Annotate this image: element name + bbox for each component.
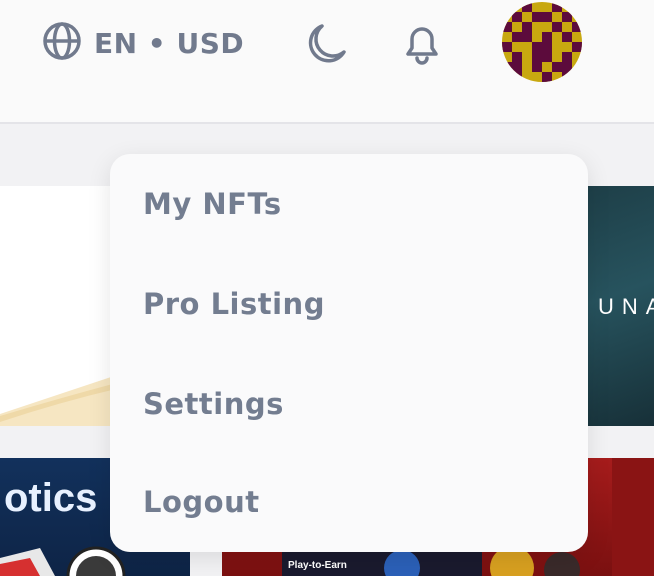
menu-item-label: Pro Listing (143, 287, 325, 321)
locale-label: EN • USD (94, 26, 245, 60)
menu-item-logout[interactable]: Logout (110, 452, 588, 552)
menu-item-label: Logout (143, 485, 260, 519)
profile-dropdown-menu: My NFTs Pro Listing Settings Logout (110, 154, 588, 552)
locale-currency-selector[interactable]: EN • USD (42, 22, 244, 64)
top-header: EN • USD (0, 0, 654, 124)
moon-icon (302, 24, 348, 68)
globe-icon (42, 21, 82, 65)
bell-icon (400, 27, 444, 70)
menu-item-label: Settings (143, 387, 284, 421)
card-caption: Play-to-Earn (288, 560, 347, 571)
notifications-button[interactable] (400, 22, 444, 70)
menu-item-my-nfts[interactable]: My NFTs (110, 154, 588, 254)
menu-item-settings[interactable]: Settings (110, 354, 588, 454)
menu-item-label: My NFTs (143, 187, 282, 221)
nft-card-image[interactable] (0, 186, 120, 426)
card-title-text: UNA (598, 294, 654, 319)
card-title-text: otics (4, 476, 98, 520)
nft-card-image[interactable]: UNA (586, 186, 654, 426)
avatar[interactable] (502, 2, 582, 82)
menu-item-pro-listing[interactable]: Pro Listing (110, 254, 588, 354)
dark-mode-toggle[interactable] (302, 22, 348, 68)
